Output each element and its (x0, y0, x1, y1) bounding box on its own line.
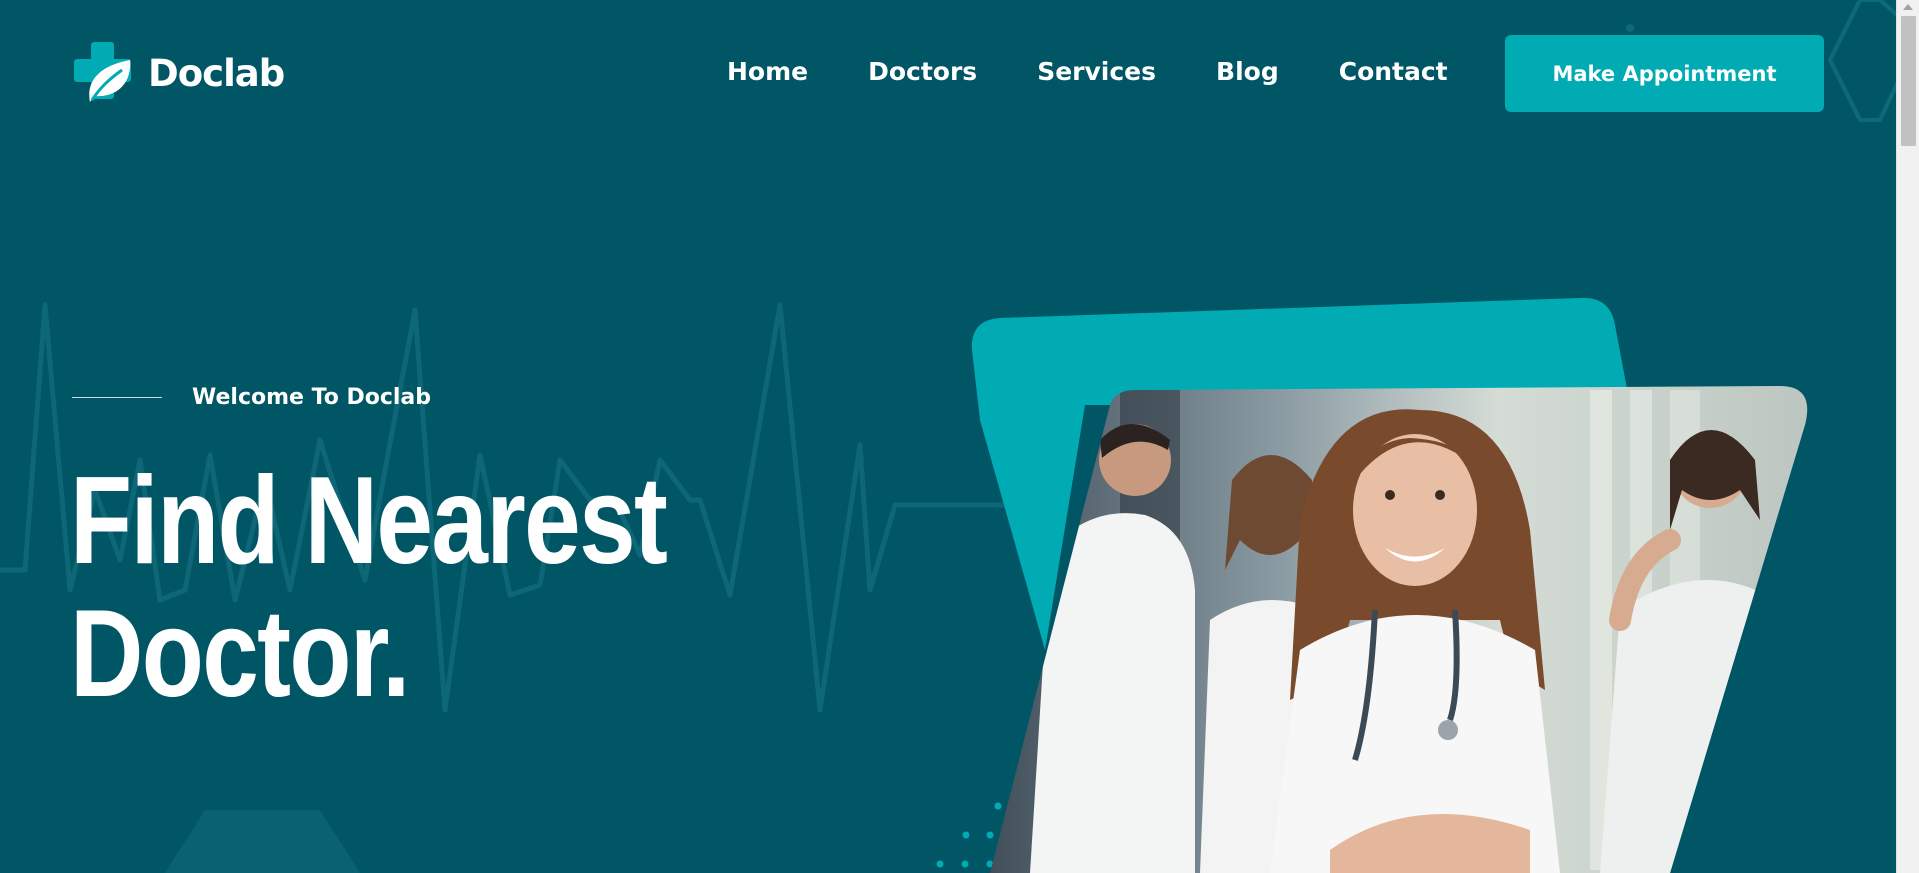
page-scrollbar[interactable] (1896, 0, 1919, 873)
nav-item-contact[interactable]: Contact (1339, 54, 1448, 90)
logo-text: Doclab (148, 51, 285, 95)
hexagon-decoration-bottom (165, 810, 360, 873)
main-nav: Home Doctors Services Blog Contact (727, 54, 1448, 90)
make-appointment-button[interactable]: Make Appointment (1505, 35, 1824, 112)
site-header: Doclab Home Doctors Services Blog Contac… (0, 0, 1896, 145)
nav-item-blog[interactable]: Blog (1216, 54, 1279, 90)
hero-title-line1: Find Nearest (70, 452, 668, 590)
hero-image (971, 297, 1808, 873)
scroll-up-arrow-icon[interactable] (1903, 4, 1913, 10)
logo[interactable]: Doclab (72, 40, 285, 106)
page: Doclab Home Doctors Services Blog Contac… (0, 0, 1896, 873)
hero-title-line2: Doctor. (70, 585, 410, 723)
hero-title: Find Nearest Doctor. (70, 455, 693, 721)
scroll-thumb[interactable] (1901, 16, 1916, 146)
nav-item-home[interactable]: Home (727, 54, 808, 90)
hero-eyebrow: Welcome To Doclab (72, 385, 431, 410)
eyebrow-divider (72, 397, 162, 398)
nav-item-doctors[interactable]: Doctors (868, 54, 977, 90)
doctors-photo (990, 386, 1808, 873)
medical-cross-leaf-icon (74, 42, 131, 102)
nav-item-services[interactable]: Services (1037, 54, 1156, 90)
eyebrow-text: Welcome To Doclab (192, 385, 432, 410)
